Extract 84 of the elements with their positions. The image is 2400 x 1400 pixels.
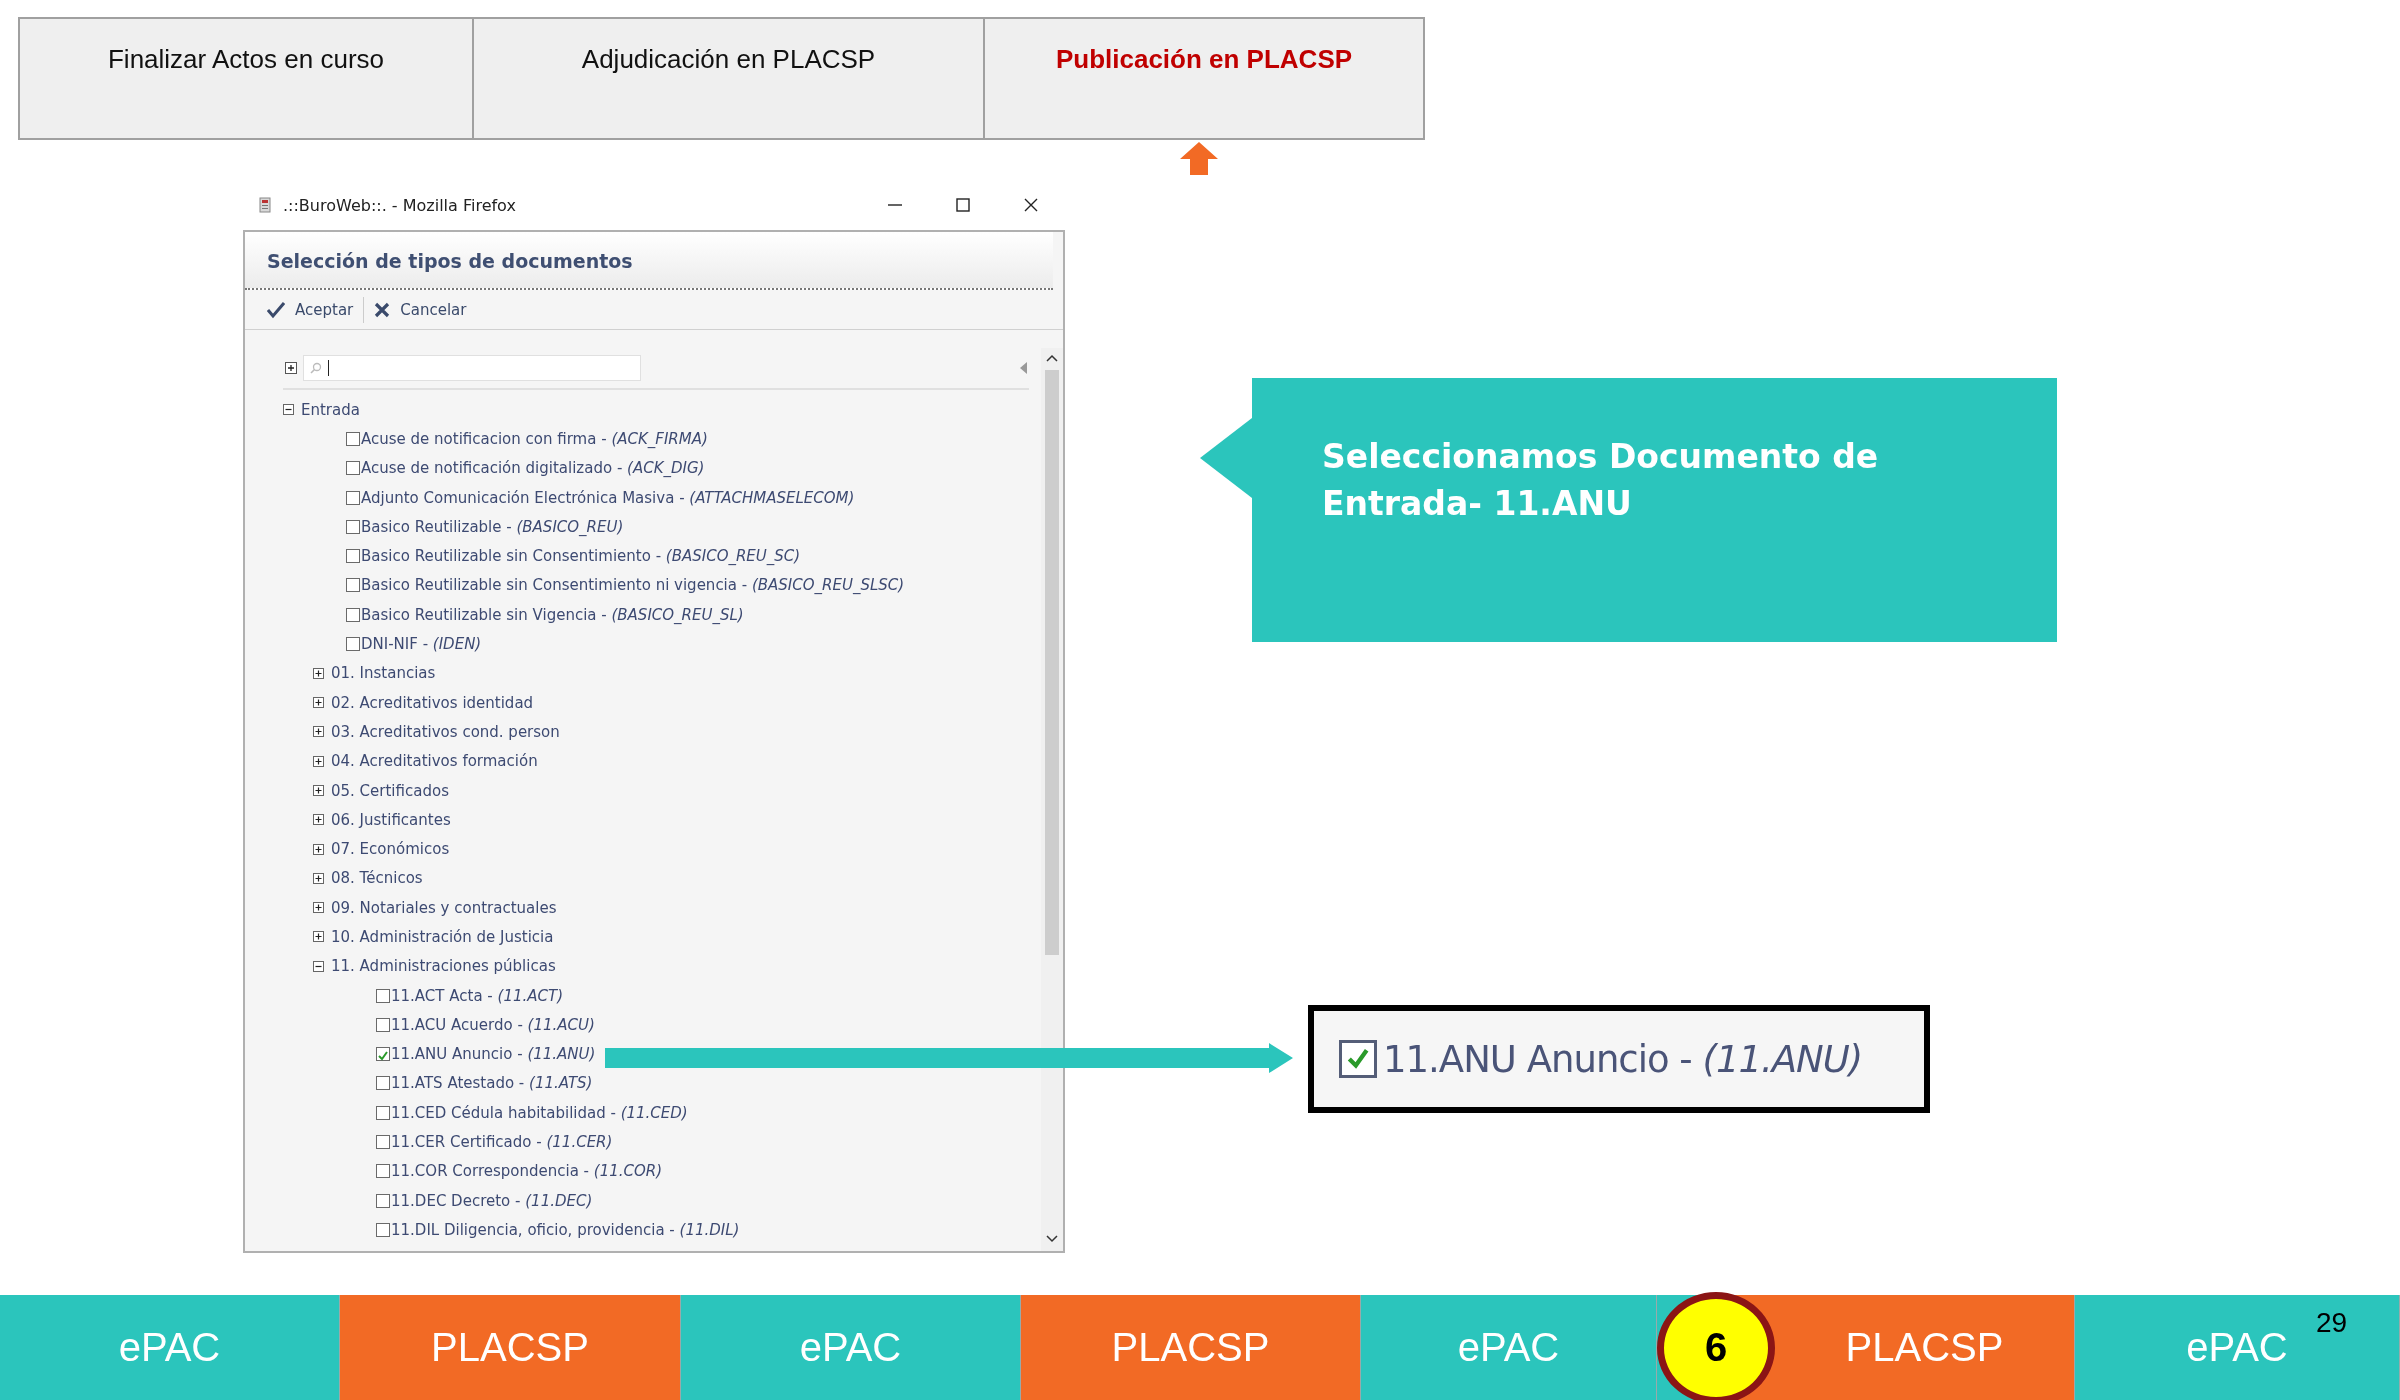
tree-item[interactable]: 11.DIL Diligencia, oficio, providencia - (11.DIL)	[391, 1220, 740, 1239]
tree-item[interactable]: 11.CED Cédula habitabilidad - (11.CED)	[391, 1103, 688, 1122]
tree-item[interactable]: Entrada	[301, 400, 360, 419]
tree-item[interactable]: 06. Justificantes	[331, 810, 451, 829]
tree-item[interactable]: 11.DEC Decreto - (11.DEC)	[391, 1191, 593, 1210]
tree-item[interactable]: Basico Reutilizable sin Vigencia - (BASICO_REU_SL)	[361, 605, 744, 624]
tree-item[interactable]: 11.CER Certificado - (11.CER)	[391, 1133, 613, 1152]
scroll-up-icon[interactable]	[1046, 354, 1058, 362]
expand-icon[interactable]	[313, 814, 324, 826]
expand-icon[interactable]	[313, 902, 324, 914]
checkbox[interactable]	[346, 578, 360, 593]
tree-item[interactable]: Acuse de notificacion con firma - (ACK_FIRMA)	[361, 429, 708, 448]
checkbox[interactable]	[346, 461, 360, 476]
checkbox[interactable]	[376, 1105, 390, 1120]
checkmark-icon	[267, 300, 285, 319]
tree-item[interactable]: 05. Certificados	[331, 781, 449, 800]
collapse-pane-icon[interactable]	[1020, 362, 1027, 374]
tree-item[interactable]: 07. Económicos	[331, 840, 450, 859]
tree-item[interactable]: 10. Administración de Justicia	[331, 928, 554, 946]
expand-icon[interactable]	[313, 843, 324, 855]
tree-item[interactable]: 11.ATS Atestado - (11.ATS)	[391, 1074, 593, 1093]
tab[interactable]: Adjudicación en PLACSP	[474, 19, 985, 138]
tree-item[interactable]: 01. Instancias	[331, 664, 436, 683]
tree-item[interactable]: 09. Notariales y contractuales	[331, 898, 557, 917]
callout-text: Seleccionamos Documento de Entrada- 11.ANU	[1322, 436, 1880, 525]
search-field[interactable]	[303, 355, 641, 381]
tree-item[interactable]: 03. Acreditativos cond. person	[331, 722, 560, 741]
tree-item[interactable]: Basico Reutilizable - (BASICO_REU)	[361, 517, 624, 536]
tree-item[interactable]: 08. Técnicos	[331, 869, 423, 888]
checkbox[interactable]	[346, 637, 360, 651]
search-icon	[310, 362, 322, 374]
expand-all-icon[interactable]	[285, 362, 297, 374]
up-arrow-icon	[1180, 142, 1218, 175]
checkbox[interactable]	[346, 549, 360, 564]
checkbox[interactable]	[376, 1076, 390, 1091]
close-icon[interactable]	[1023, 197, 1039, 213]
tree-item[interactable]: Basico Reutilizable sin Consentimiento - (BASICO_REU_SC)	[361, 547, 801, 566]
tree-item[interactable]: 11. Administraciones públicas	[331, 957, 556, 976]
collapse-icon[interactable]	[283, 404, 294, 416]
checkbox[interactable]	[376, 1017, 390, 1032]
collapse-icon[interactable]	[313, 960, 324, 972]
expand-icon[interactable]	[313, 872, 324, 884]
checkbox[interactable]	[346, 607, 360, 622]
scroll-thumb[interactable]	[1045, 370, 1059, 955]
tree-item[interactable]: 04. Acreditativos formación	[331, 752, 538, 771]
checkmark-icon	[377, 1050, 389, 1063]
dialog-title: Selección de tipos de documentos	[267, 250, 633, 272]
checkbox[interactable]	[346, 431, 360, 446]
tab[interactable]: Publicación en PLACSP	[985, 19, 1423, 138]
checkbox[interactable]	[376, 1193, 390, 1208]
x-icon	[374, 301, 391, 318]
checkbox[interactable]	[376, 1135, 390, 1150]
tree-item[interactable]: 11.ACT Acta - (11.ACT)	[391, 986, 563, 1005]
tree-item[interactable]: DNI-NIF - (IDEN)	[361, 635, 482, 653]
app-icon	[259, 197, 271, 213]
expand-icon[interactable]	[313, 931, 324, 943]
accept-button[interactable]: Aceptar	[261, 298, 360, 321]
step-badge: 6	[1657, 1291, 1775, 1400]
tree-item[interactable]: 11.ACU Acuerdo - (11.ACU)	[391, 1015, 595, 1034]
checkbox[interactable]	[346, 519, 360, 534]
checkbox[interactable]	[376, 988, 390, 1003]
expand-icon[interactable]	[313, 726, 324, 738]
checkbox[interactable]	[376, 1222, 390, 1237]
tree-item[interactable]: 11.COR Correspondencia - (11.COR)	[391, 1162, 663, 1181]
item-label: 11.ANU Anuncio - (11.ANU)	[1383, 1037, 1863, 1081]
checkbox[interactable]	[376, 1047, 390, 1062]
tree-item[interactable]: Acuse de notificación digitalizado - (ACK_DIG)	[361, 459, 705, 478]
tree-item[interactable]: 02. Acreditativos identidad	[331, 693, 534, 712]
window-title: .::BuroWeb::. - Mozilla Firefox	[283, 195, 516, 215]
cancel-button[interactable]: Cancelar	[368, 298, 473, 321]
expand-icon[interactable]	[313, 755, 324, 767]
tab[interactable]: Finalizar Actos en curso	[20, 19, 474, 138]
page-number: 29	[2316, 1307, 2348, 1339]
scrollbar[interactable]	[1041, 348, 1063, 1251]
tree-item[interactable]: Adjunto Comunicación Electrónica Masiva - (ATTACHMASELECOM)	[361, 488, 855, 507]
expand-icon[interactable]	[313, 697, 324, 709]
scroll-down-icon[interactable]	[1046, 1235, 1058, 1243]
checkbox[interactable]	[346, 490, 360, 505]
maximize-icon[interactable]	[955, 197, 971, 213]
tree-item[interactable]: Basico Reutilizable sin Consentimiento ni vigencia - (BASICO_REU_SLSC)	[361, 576, 905, 595]
checkbox[interactable]	[376, 1164, 390, 1179]
tree-item[interactable]: 11.ANU Anuncio - (11.ANU)	[391, 1045, 596, 1064]
expand-icon[interactable]	[313, 785, 324, 796]
expand-icon[interactable]	[313, 667, 324, 679]
